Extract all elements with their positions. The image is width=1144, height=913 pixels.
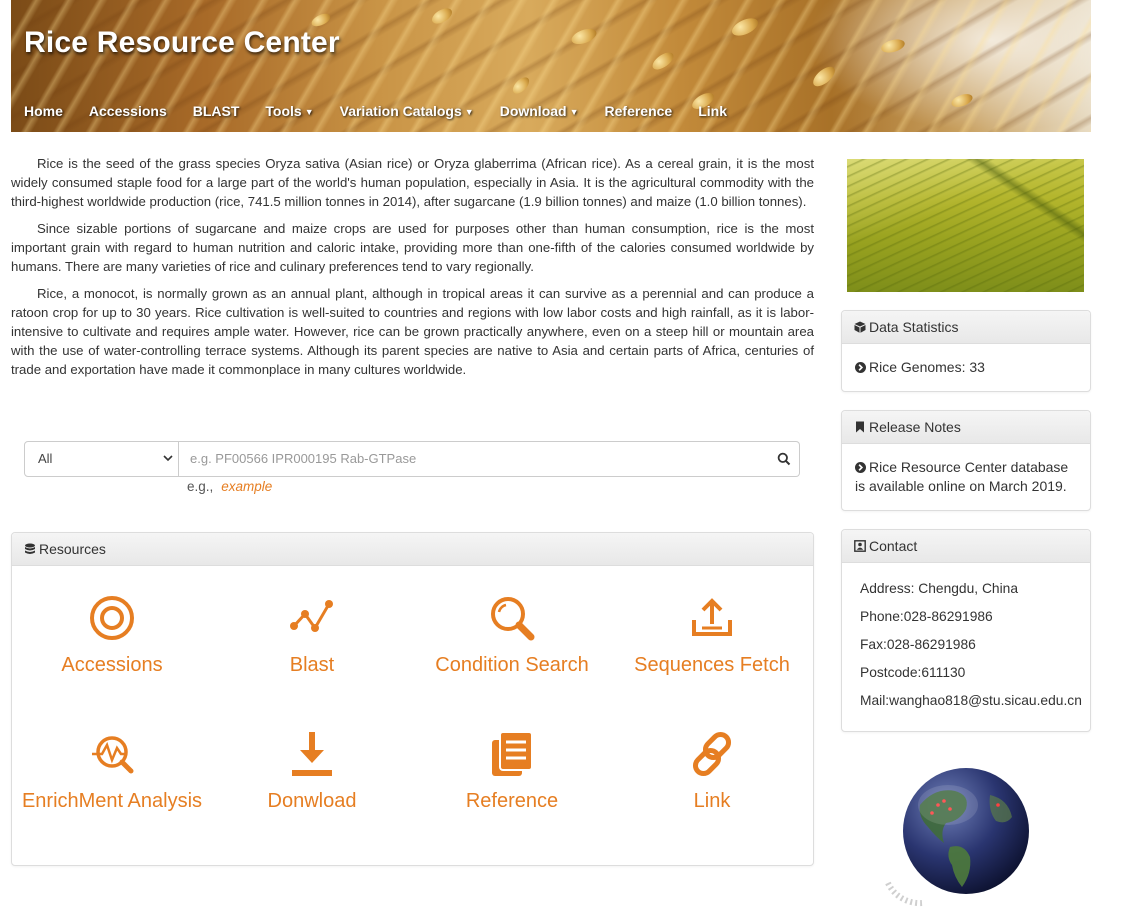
intro-paragraph: Rice, a monocot, is normally grown as an… (11, 286, 814, 377)
contact-mail[interactable]: Mail:wanghao818@stu.sicau.edu.cn (860, 687, 1082, 715)
target-icon (90, 596, 134, 640)
chevron-circle-right-icon (855, 462, 866, 473)
header-banner: Rice Resource Center Home Accessions BLA… (11, 0, 1091, 132)
resource-condition-search[interactable]: Condition Search (412, 594, 612, 677)
link-icon (692, 731, 732, 777)
resource-label: Donwload (267, 790, 357, 812)
line-chart-icon (290, 600, 333, 632)
contact-header: Contact (842, 530, 1090, 563)
example-link[interactable]: example (221, 479, 272, 494)
hint-prefix: e.g., (187, 479, 214, 494)
cube-icon (854, 321, 866, 333)
analysis-icon (92, 736, 134, 774)
nav-home[interactable]: Home (11, 96, 76, 126)
resource-download[interactable]: Donwload (212, 730, 412, 813)
release-notes-header: Release Notes (842, 411, 1090, 444)
stats-item[interactable]: Rice Genomes: 33 (842, 344, 1090, 391)
site-title[interactable]: Rice Resource Center (24, 26, 340, 60)
resources-grid: Accessions Blast Condition Search Sequen… (12, 566, 813, 866)
nav-reference[interactable]: Reference (592, 96, 686, 126)
download-icon (292, 732, 332, 776)
bookmark-icon (856, 421, 864, 433)
nav-label: Home (24, 103, 63, 119)
nav-label: Accessions (88, 103, 167, 119)
search-category-select[interactable]: All (24, 441, 179, 477)
resource-label: Blast (289, 654, 335, 676)
release-notes-panel: Release Notes Rice Resource Center datab… (841, 410, 1091, 511)
panel-title: Release Notes (869, 419, 961, 435)
contact-panel: Contact Address: Chengdu, China Phone:02… (841, 529, 1091, 732)
contact-details: Address: Chengdu, China Phone:028-862919… (842, 563, 1090, 725)
resource-label: EnrichMent Analysis (21, 790, 203, 812)
stats-text: Rice Genomes: 33 (869, 359, 985, 375)
globe-highlight (918, 785, 978, 825)
upload-icon (692, 598, 732, 636)
visitor-globe-widget[interactable] (880, 765, 1040, 910)
nav-variation-catalogs-dropdown[interactable]: Variation Catalogs ▼ (327, 96, 487, 126)
main-nav: Home Accessions BLAST Tools ▼ Variation C… (11, 96, 740, 126)
resource-blast[interactable]: Blast (212, 594, 412, 677)
nav-download-dropdown[interactable]: Download ▼ (487, 96, 592, 126)
resources-title: Resources (39, 541, 106, 557)
resource-label: Reference (465, 790, 559, 812)
search-hint: e.g., example (187, 479, 272, 494)
resource-sequences-fetch[interactable]: Sequences Fetch (612, 594, 812, 677)
nav-label: Variation Catalogs (339, 103, 462, 119)
visitor-dot (996, 803, 1000, 807)
resource-label: Sequences Fetch (634, 654, 790, 676)
nav-accessions[interactable]: Accessions (76, 96, 180, 126)
intro-paragraph: Rice is the seed of the grass species Or… (11, 156, 814, 209)
resource-link[interactable]: Link (612, 730, 812, 813)
nav-blast[interactable]: BLAST (180, 96, 253, 126)
nav-label: Download (499, 103, 567, 119)
magnifier-icon (491, 597, 535, 641)
chevron-down-icon (163, 455, 173, 462)
rice-field-image (847, 159, 1084, 292)
resources-panel: Resources Accessions Blast Condition Sea… (11, 532, 814, 866)
database-icon (25, 543, 35, 554)
resource-enrichment-analysis[interactable]: EnrichMent Analysis (12, 730, 212, 813)
documents-icon (492, 731, 533, 776)
nav-label: Link (698, 103, 727, 119)
release-note-item[interactable]: Rice Resource Center database is availab… (842, 444, 1090, 510)
caret-down-icon: ▼ (304, 107, 314, 117)
resource-label: Accessions (61, 654, 163, 676)
search-input[interactable]: e.g. PF00566 IPR000195 Rab-GTPase (179, 441, 800, 477)
resource-label: Link (693, 790, 731, 812)
select-value: All (38, 451, 53, 466)
field-rows (847, 159, 1084, 292)
nav-link[interactable]: Link (685, 96, 740, 126)
resource-label: Condition Search (435, 654, 589, 676)
contact-address: Address: Chengdu, China (860, 581, 1018, 596)
intro-text: Rice is the seed of the grass species Or… (11, 154, 814, 387)
resources-panel-header: Resources (12, 533, 813, 566)
nav-label: Tools (265, 103, 302, 119)
release-text: Rice Resource Center database is availab… (855, 459, 1069, 494)
caret-down-icon: ▼ (464, 107, 474, 117)
panel-title: Data Statistics (869, 319, 959, 335)
search-placeholder: e.g. PF00566 IPR000195 Rab-GTPase (190, 451, 417, 466)
nav-tools-dropdown[interactable]: Tools ▼ (252, 96, 326, 126)
search-bar: All e.g. PF00566 IPR000195 Rab-GTPase (24, 441, 800, 477)
contact-fax: Fax:028-86291986 (860, 637, 976, 652)
contact-card-icon (854, 540, 866, 552)
caret-down-icon: ▼ (569, 107, 579, 117)
data-statistics-header: Data Statistics (842, 311, 1090, 344)
nav-label: BLAST (192, 103, 240, 119)
chevron-circle-right-icon (855, 362, 866, 373)
contact-phone: Phone:028-86291986 (860, 609, 993, 624)
panel-title: Contact (869, 538, 918, 554)
resource-accessions[interactable]: Accessions (12, 594, 212, 677)
resource-reference[interactable]: Reference (412, 730, 612, 813)
nav-label: Reference (604, 103, 673, 119)
intro-paragraph: Since sizable portions of sugarcane and … (11, 221, 814, 274)
globe-watermark-ring (885, 881, 923, 907)
search-icon[interactable] (777, 452, 791, 466)
contact-postcode: Postcode:611130 (860, 665, 966, 680)
data-statistics-panel: Data Statistics Rice Genomes: 33 (841, 310, 1091, 392)
